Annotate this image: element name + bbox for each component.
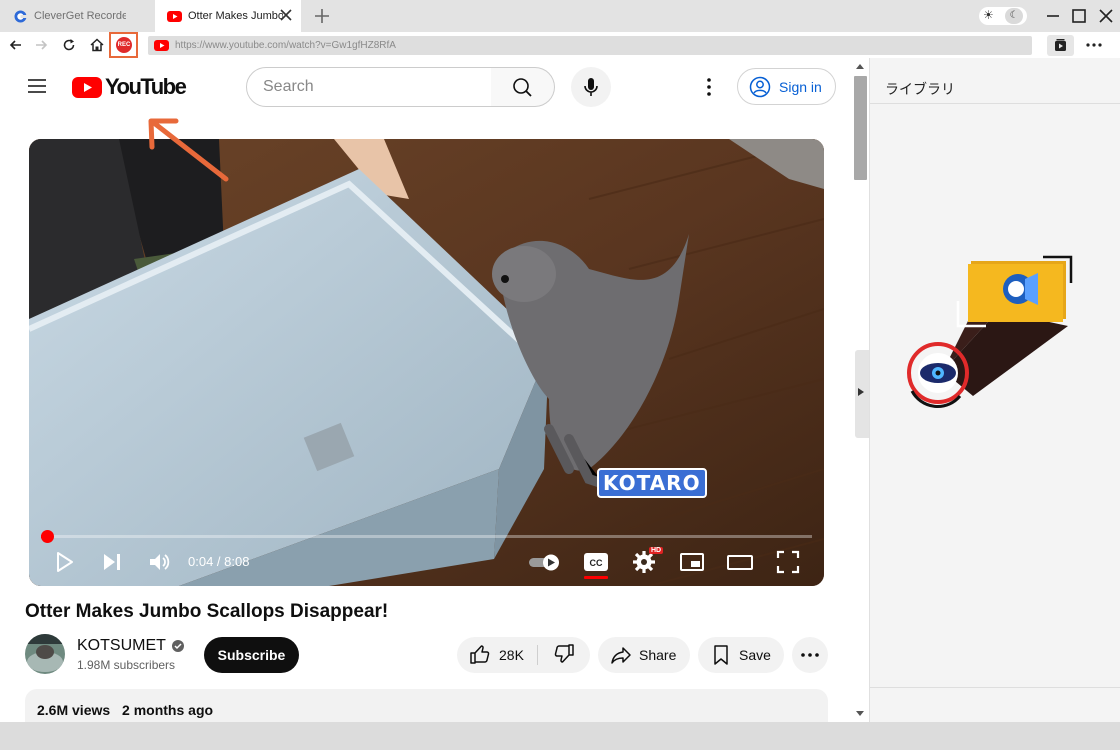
reload-icon[interactable] <box>61 37 77 53</box>
tab-label: Otter Makes Jumbo Scallops Disappear! <box>188 10 283 22</box>
sign-in-button[interactable]: Sign in <box>737 68 836 105</box>
video-watermark: KOTARO <box>597 468 707 498</box>
video-download-icon <box>1055 39 1066 51</box>
channel-name-text: KOTSUMET <box>77 637 166 654</box>
search-button[interactable] <box>491 67 555 107</box>
tab-cleverget[interactable]: CleverGet Recorder <box>0 0 154 32</box>
more-horizontal-icon <box>801 653 819 657</box>
web-view: YouTube Sign in <box>0 58 869 722</box>
channel-avatar[interactable] <box>25 634 65 674</box>
address-bar: REC https://www.youtube.com/watch?v=Gw1g… <box>0 32 1120 58</box>
video-frame <box>29 139 824 586</box>
tab-bar: CleverGet Recorder Otter Makes Jumbo Sca… <box>0 0 1120 32</box>
avatar-image <box>25 634 65 674</box>
home-icon[interactable] <box>89 37 105 53</box>
video-player[interactable]: KOTARO 0:04 / 8:08 CC HD <box>29 139 824 586</box>
back-icon[interactable] <box>8 37 24 53</box>
minimize-icon[interactable] <box>1043 6 1063 26</box>
settings-menu-icon[interactable] <box>698 76 720 98</box>
microphone-icon <box>584 78 598 96</box>
description-box[interactable]: 2.6M views 2 months ago <box>25 689 828 722</box>
sun-icon: ☀ <box>983 8 994 22</box>
rec-icon: REC <box>116 37 132 53</box>
hd-badge: HD <box>649 547 664 554</box>
scroll-thumb[interactable] <box>854 76 867 180</box>
more-actions-button[interactable] <box>792 637 828 673</box>
share-icon <box>611 647 631 664</box>
upload-age: 2 months ago <box>122 702 214 718</box>
maximize-icon[interactable] <box>1069 6 1089 26</box>
search-input[interactable] <box>246 67 492 107</box>
url-field[interactable]: https://www.youtube.com/watch?v=Gw1gfHZ8… <box>148 36 1032 55</box>
youtube-logo-icon <box>72 76 102 98</box>
channel-name[interactable]: KOTSUMET <box>77 637 185 655</box>
svg-text:CC: CC <box>590 558 603 568</box>
app-window: CleverGet Recorder Otter Makes Jumbo Sca… <box>0 0 1120 750</box>
miniplayer-icon[interactable] <box>679 549 705 575</box>
library-header: ライブラリ <box>870 58 1120 104</box>
browser-menu-icon[interactable] <box>1085 37 1103 53</box>
search-icon <box>513 78 532 97</box>
tab-label: CleverGet Recorder <box>34 10 126 22</box>
theater-mode-icon[interactable] <box>727 549 753 575</box>
thumbs-up-icon <box>470 645 490 664</box>
record-button[interactable]: REC <box>109 32 138 58</box>
share-button[interactable]: Share <box>598 637 690 673</box>
cleverget-icon <box>14 10 27 22</box>
save-button[interactable]: Save <box>698 637 784 673</box>
library-panel: ライブラリ <box>869 58 1120 722</box>
forward-icon[interactable] <box>33 37 49 53</box>
library-empty-illustration <box>907 255 1073 408</box>
description-meta: 2.6M views 2 months ago <box>37 702 221 718</box>
dislike-button[interactable] <box>539 637 589 673</box>
verified-icon <box>171 640 184 652</box>
like-button[interactable]: 28K <box>457 637 537 673</box>
new-tab-icon[interactable] <box>312 6 332 26</box>
download-manager-button[interactable] <box>1047 35 1074 56</box>
captions-icon[interactable]: CC <box>583 549 609 575</box>
view-count: 2.6M views <box>37 702 111 718</box>
thumbs-down-icon <box>554 644 574 663</box>
volume-icon[interactable] <box>146 549 172 575</box>
url-text: https://www.youtube.com/watch?v=Gw1gfHZ8… <box>175 40 396 51</box>
progress-bar[interactable] <box>41 530 812 543</box>
like-divider <box>537 645 538 665</box>
tab-youtube-video[interactable]: Otter Makes Jumbo Scallops Disappear! <box>155 0 301 32</box>
like-count: 28K <box>499 647 524 663</box>
voice-search-button[interactable] <box>571 67 611 107</box>
close-tab-icon[interactable] <box>279 8 293 22</box>
subscriber-count: 1.98M subscribers <box>77 658 176 672</box>
status-bar <box>0 722 1120 750</box>
next-video-icon[interactable] <box>99 549 125 575</box>
youtube-logo[interactable]: YouTube <box>72 74 187 99</box>
share-label: Share <box>639 647 677 663</box>
library-title: ライブラリ <box>885 81 955 97</box>
library-footer-divider <box>870 687 1120 688</box>
youtube-favicon-icon <box>167 10 182 22</box>
youtube-logo-text: YouTube <box>105 74 187 99</box>
close-window-icon[interactable] <box>1096 6 1116 26</box>
sign-in-label: Sign in <box>779 78 822 95</box>
autoplay-toggle-icon[interactable] <box>527 549 563 575</box>
play-icon[interactable] <box>51 549 77 575</box>
account-icon <box>749 76 771 97</box>
collapse-arrow-icon <box>858 388 864 396</box>
youtube-site-icon <box>154 40 169 51</box>
scroll-down-icon[interactable] <box>856 711 864 716</box>
hamburger-menu-icon[interactable] <box>27 78 47 94</box>
scroll-up-icon[interactable] <box>856 64 864 69</box>
subscribe-button[interactable]: Subscribe <box>204 637 299 673</box>
time-display: 0:04 / 8:08 <box>188 554 250 569</box>
captions-active-indicator <box>584 576 608 579</box>
theme-toggle[interactable]: ☀ ☾ <box>979 7 1027 25</box>
save-label: Save <box>739 647 771 663</box>
video-title: Otter Makes Jumbo Scallops Disappear! <box>25 601 389 622</box>
fullscreen-icon[interactable] <box>775 549 801 575</box>
library-panel-toggle[interactable] <box>855 350 869 438</box>
like-dislike-group: 28K <box>457 637 590 673</box>
bookmark-icon <box>714 645 728 665</box>
moon-icon: ☾ <box>1005 8 1023 24</box>
